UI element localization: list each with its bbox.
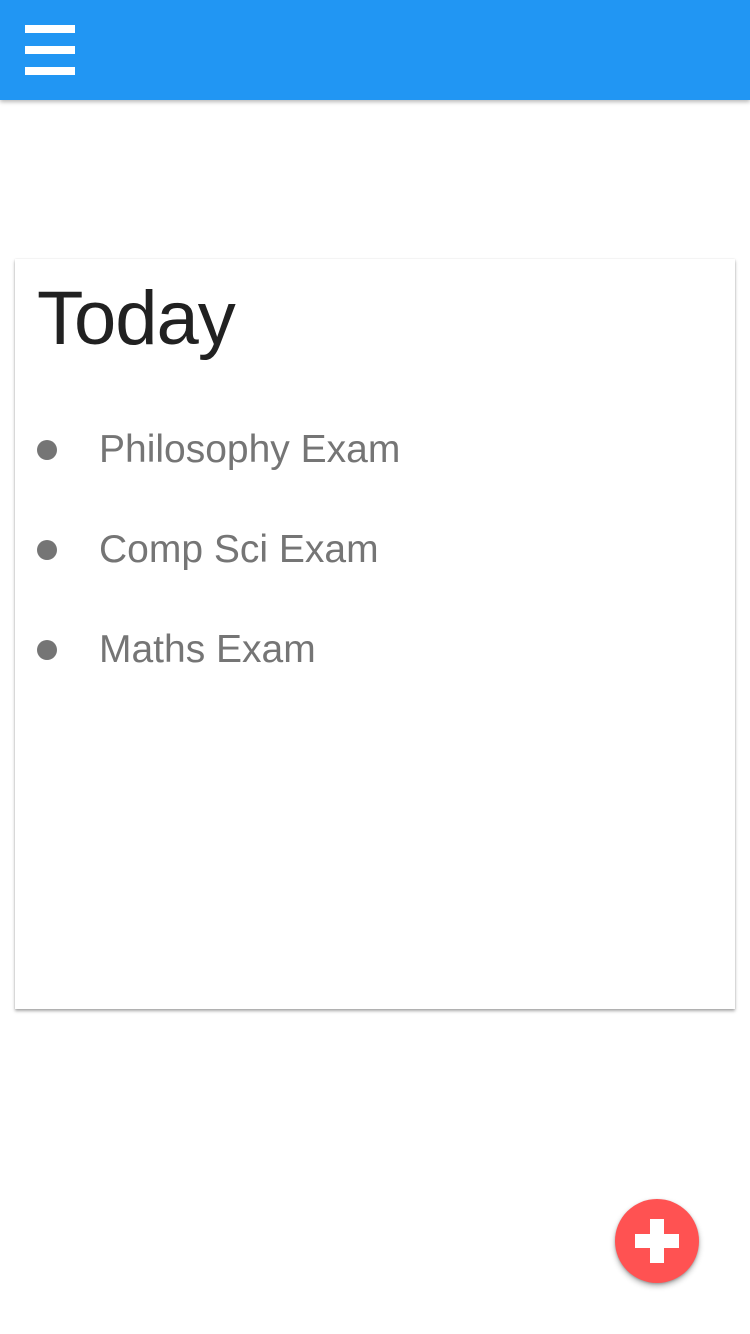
app-screen: Today Philosophy Exam Comp Sci Exam Math… bbox=[0, 0, 750, 1334]
bullet-icon bbox=[37, 540, 57, 560]
list-item-philosophy-exam[interactable]: Philosophy Exam bbox=[15, 400, 735, 500]
menu-button[interactable] bbox=[18, 17, 82, 83]
exam-label: Maths Exam bbox=[99, 628, 316, 671]
bullet-icon bbox=[37, 640, 57, 660]
list-item-comp-sci-exam[interactable]: Comp Sci Exam bbox=[15, 500, 735, 600]
list-item-maths-exam[interactable]: Maths Exam bbox=[15, 600, 735, 700]
plus-icon bbox=[635, 1219, 679, 1263]
exam-list: Philosophy Exam Comp Sci Exam Maths Exam bbox=[15, 400, 735, 700]
app-bar bbox=[0, 0, 750, 100]
today-card: Today Philosophy Exam Comp Sci Exam Math… bbox=[15, 259, 735, 1009]
hamburger-menu-icon bbox=[25, 25, 75, 75]
exam-label: Comp Sci Exam bbox=[99, 528, 379, 571]
exam-label: Philosophy Exam bbox=[99, 428, 401, 471]
add-button[interactable] bbox=[615, 1199, 699, 1283]
bullet-icon bbox=[37, 440, 57, 460]
card-title: Today bbox=[37, 276, 236, 361]
